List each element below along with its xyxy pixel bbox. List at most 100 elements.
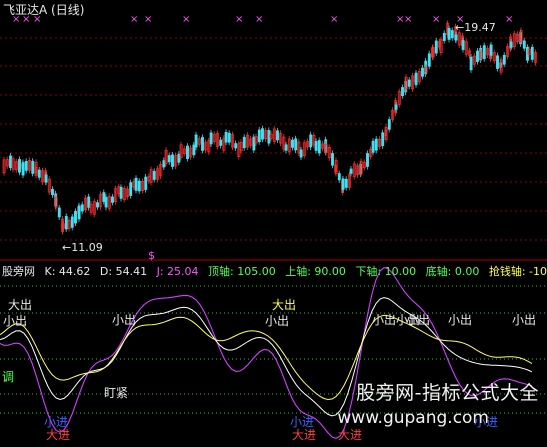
signal-big-out-1: 大出 — [8, 298, 33, 312]
candle-body — [344, 178, 348, 188]
candle-body — [427, 53, 431, 67]
top-signal-marker: × — [432, 14, 440, 25]
top-signal-marker: × — [130, 14, 138, 25]
indicator-bar: 股旁网 K: 44.62 D: 54.41 J: 25.04 顶轴: 105.0… — [2, 263, 547, 279]
top-signal-marker: × — [404, 14, 412, 25]
candle-body — [171, 154, 174, 167]
candle-body — [209, 132, 213, 145]
candle-body — [401, 87, 404, 97]
candle-body — [337, 173, 341, 181]
bottom-axis-value: 底轴: 0.00 — [425, 265, 480, 278]
candle-body — [276, 130, 279, 141]
top-signal-marker: × — [505, 14, 513, 25]
candle-body — [257, 129, 261, 143]
candle-body — [421, 67, 424, 77]
candle-body — [314, 141, 318, 151]
candle-body — [407, 79, 411, 87]
signal-big-in-1: 大进 — [46, 428, 71, 442]
candle-body — [74, 211, 77, 224]
candle-body — [366, 153, 369, 167]
candle-body — [64, 215, 68, 230]
top-signal-marker: × — [456, 14, 464, 25]
signal-small-out-2: 小出 — [112, 313, 137, 327]
top-signal-marker: × — [144, 14, 152, 25]
top-axis-value: 顶轴: 105.00 — [208, 265, 276, 278]
candle-body — [167, 155, 171, 163]
signal-small-out-5: 小出 — [406, 313, 431, 327]
candle-body — [134, 177, 138, 191]
chart-canvas: ←19.47←11.09$× × × × × × × × × × × × × × — [0, 14, 547, 440]
signal-adjust: 调 — [2, 370, 15, 384]
candle-body — [476, 50, 479, 62]
stock-title: 飞亚达A (日线) — [3, 3, 85, 17]
top-signal-marker: × — [330, 14, 338, 25]
rob-axis-value: 抢钱轴: -10.0( — [488, 265, 547, 278]
signal-small-out-7: 小出 — [512, 313, 537, 327]
candle-body — [447, 27, 451, 40]
signal-big-in-3: 大进 — [338, 428, 363, 442]
candle-body — [227, 132, 231, 143]
candle-body — [137, 180, 141, 192]
candle-body — [434, 40, 438, 54]
candle-body — [70, 216, 74, 228]
candle-body — [21, 162, 25, 176]
candle-body — [186, 145, 189, 159]
candle-body — [371, 140, 375, 153]
chart-window: ←19.47 ←11.09 $ × × × × × × × × × × × × × × 飞亚达A (日线) 股旁… — [0, 0, 547, 443]
watermark-url: www.gupang.com — [337, 408, 489, 428]
candle-body — [414, 72, 418, 86]
candle-body — [111, 196, 114, 203]
candle-body — [317, 140, 321, 154]
signal-small-out-6: 小出 — [448, 313, 473, 327]
candle-body — [496, 55, 499, 69]
candle-body — [87, 196, 91, 208]
signal-small-out-1: 小出 — [3, 314, 28, 328]
candle-body — [530, 46, 534, 60]
candle-body — [450, 30, 454, 39]
low-price-label: ←11.09 — [62, 241, 103, 254]
candle-body — [152, 170, 156, 180]
signal-big-in-2: 大进 — [292, 428, 317, 442]
top-signal-marker: × — [255, 14, 263, 25]
candle-body — [129, 182, 133, 196]
candle-body — [341, 178, 345, 190]
candle-body — [331, 153, 334, 166]
candle-body — [224, 131, 228, 143]
candle-body — [201, 137, 204, 151]
signal-watch: 盯紧 — [104, 386, 129, 400]
candle-body — [80, 204, 84, 212]
candle-body — [442, 32, 446, 41]
candle-body — [381, 132, 385, 147]
candle-body — [31, 160, 35, 174]
candle-body — [219, 139, 223, 146]
candle-body — [387, 119, 391, 130]
d-value: D: 54.41 — [99, 265, 148, 278]
candle-body — [509, 41, 513, 48]
candle-body — [261, 128, 264, 140]
candle-body — [234, 143, 238, 149]
candle-body — [57, 207, 61, 218]
candle-body — [291, 139, 294, 148]
candle-body — [294, 138, 298, 151]
candle-body — [461, 40, 465, 50]
candle-body — [299, 149, 303, 158]
top-signal-marker: × — [235, 14, 243, 25]
candle-body — [374, 138, 378, 151]
candle-body — [309, 134, 313, 148]
candle-body — [104, 196, 108, 208]
candle-body — [469, 56, 473, 71]
candle-body — [51, 188, 54, 196]
candle-body — [482, 45, 486, 59]
upper-axis-value: 上轴: 90.00 — [285, 265, 346, 278]
candle-body — [96, 202, 99, 208]
j-value: J: 25.04 — [156, 265, 199, 278]
candle-body — [144, 176, 148, 190]
signal-big-out-2: 大出 — [272, 298, 297, 312]
candle-body — [37, 169, 41, 178]
top-signal-marker: × — [182, 14, 190, 25]
candle-body — [44, 174, 48, 183]
k-value: K: 44.62 — [44, 265, 91, 278]
candle-body — [522, 40, 526, 49]
candle-body — [194, 134, 198, 148]
candle-body — [77, 205, 81, 220]
